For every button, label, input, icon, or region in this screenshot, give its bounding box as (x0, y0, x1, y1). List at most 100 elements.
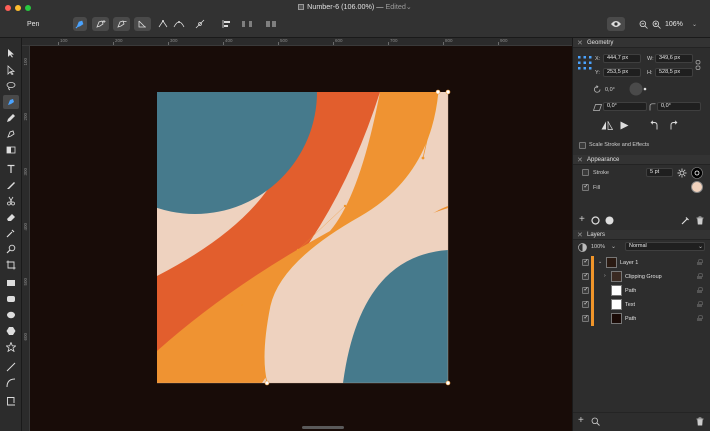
vertical-ruler[interactable]: 100 200 300 400 500 600 (22, 46, 30, 431)
distribute-vertical-button[interactable] (264, 17, 278, 31)
layer-visibility-checkbox[interactable] (582, 272, 589, 280)
blend-mode-select[interactable]: Normal (625, 242, 705, 251)
zoom-out-button[interactable] (638, 17, 648, 31)
fill-color-swatch[interactable] (691, 181, 703, 193)
scale-stroke-checkbox[interactable] (579, 142, 586, 149)
zoom-chevron-icon[interactable]: ⌄ (692, 21, 697, 28)
chevron-down-icon[interactable]: ⌄ (598, 259, 602, 265)
flip-vertical-icon[interactable] (620, 121, 629, 130)
layer-visibility-checkbox[interactable] (582, 258, 589, 266)
height-field[interactable]: 528,5 px (655, 68, 693, 77)
artboard-tool[interactable] (3, 258, 19, 272)
layer-row[interactable]: ⌄ Layer 1 (573, 256, 710, 270)
text-tool[interactable] (3, 162, 19, 176)
corner-point-button[interactable] (157, 17, 169, 31)
horizontal-scrollbar[interactable] (302, 426, 344, 429)
constrain-proportions-icon[interactable] (695, 60, 701, 70)
layers-header[interactable]: ✕ Layers (573, 230, 710, 240)
y-position-field[interactable]: 253,5 px (603, 68, 641, 77)
stroke-width-field[interactable]: 5 pt (646, 168, 673, 177)
smooth-point-button[interactable] (172, 17, 186, 31)
preview-toggle-button[interactable] (607, 17, 625, 31)
knife-tool[interactable] (3, 178, 19, 192)
layer-opacity-value[interactable]: 100% (591, 244, 605, 250)
x-position-field[interactable]: 444,7 px (603, 54, 641, 63)
anchor-grid-icon[interactable] (578, 56, 592, 70)
corner-radius-field[interactable]: 0,0° (657, 102, 701, 111)
trash-icon[interactable] (696, 417, 704, 426)
clear-appearance-icon[interactable] (681, 216, 690, 225)
rotation-value[interactable]: 0,0° (605, 87, 615, 93)
brush-tool[interactable] (3, 127, 19, 141)
layer-visibility-checkbox[interactable] (582, 286, 589, 294)
search-icon[interactable] (591, 417, 600, 426)
eyedropper-tool[interactable] (3, 226, 19, 240)
canvas[interactable] (30, 46, 572, 431)
polygon-tool[interactable] (3, 324, 19, 338)
star-tool[interactable] (3, 340, 19, 354)
layer-row[interactable]: Path (573, 312, 710, 326)
fill-checkbox[interactable] (582, 183, 589, 191)
align-left-button[interactable] (220, 17, 234, 31)
stroke-checkbox[interactable] (582, 169, 589, 176)
rounded-rectangle-tool[interactable] (3, 292, 19, 306)
close-icon[interactable]: ✕ (577, 156, 583, 164)
shear-field[interactable]: 0,0° (603, 102, 647, 111)
horizontal-ruler[interactable]: 100 200 300 400 500 600 700 800 900 (22, 38, 572, 46)
pencil-tool[interactable] (3, 111, 19, 125)
zoom-tool[interactable] (3, 242, 19, 256)
cut-path-button[interactable] (194, 17, 206, 31)
add-layer-button[interactable]: + (578, 416, 584, 426)
add-fill-icon[interactable] (605, 216, 614, 225)
stroke-color-swatch[interactable] (691, 167, 703, 179)
rotate-left-icon[interactable] (650, 120, 659, 130)
zoom-level[interactable]: 106% (665, 21, 683, 28)
selection-tool[interactable] (3, 46, 19, 60)
lock-icon[interactable] (697, 301, 703, 307)
zoom-in-button[interactable] (651, 17, 661, 31)
gradient-tool[interactable] (3, 143, 19, 157)
width-label: W: (647, 56, 654, 62)
remove-anchor-tool-button[interactable] (113, 17, 130, 31)
scissors-tool[interactable] (3, 194, 19, 208)
lock-icon[interactable] (697, 259, 703, 265)
line-tool[interactable] (3, 360, 19, 374)
direct-selection-tool[interactable] (3, 63, 19, 77)
pen-tool[interactable] (3, 95, 19, 109)
chevron-down-icon[interactable]: ⌄ (406, 2, 412, 11)
trash-icon[interactable] (696, 216, 704, 225)
geometry-header[interactable]: ✕ Geometry (573, 38, 710, 48)
layer-row[interactable]: › Clipping Group (573, 270, 710, 284)
rotate-right-icon[interactable] (669, 120, 678, 130)
chevron-right-icon[interactable]: › (604, 273, 606, 279)
lasso-tool[interactable] (3, 79, 19, 93)
ellipse-tool[interactable] (3, 308, 19, 322)
chevron-down-icon[interactable]: ⌄ (611, 243, 616, 250)
rotation-dial[interactable] (627, 82, 649, 96)
distribute-horizontal-button[interactable] (240, 17, 254, 31)
close-icon[interactable]: ✕ (577, 231, 583, 239)
layer-visibility-checkbox[interactable] (582, 300, 589, 308)
lock-icon[interactable] (697, 273, 703, 279)
rectangle-tool[interactable] (3, 276, 19, 290)
lock-icon[interactable] (697, 315, 703, 321)
chevron-down-icon[interactable]: ⌄ (698, 243, 703, 250)
add-anchor-tool-button[interactable] (92, 17, 109, 31)
layer-row[interactable]: Path (573, 284, 710, 298)
flip-horizontal-icon[interactable] (601, 121, 613, 130)
pen-tool-button[interactable] (73, 17, 87, 31)
gear-icon[interactable] (677, 168, 687, 178)
width-field[interactable]: 349,6 px (655, 54, 693, 63)
add-stroke-icon[interactable] (591, 216, 600, 225)
add-appearance-button[interactable]: + (579, 215, 585, 225)
appearance-header[interactable]: ✕ Appearance (573, 155, 710, 165)
layer-visibility-checkbox[interactable] (582, 314, 589, 322)
arc-tool[interactable] (3, 376, 19, 390)
eraser-tool[interactable] (3, 210, 19, 224)
layer-row[interactable]: Text (573, 298, 710, 312)
image-frame-tool[interactable] (3, 394, 19, 408)
close-icon[interactable]: ✕ (577, 39, 583, 47)
lock-icon[interactable] (697, 287, 703, 293)
edited-status[interactable]: Edited (385, 2, 405, 11)
convert-anchor-tool-button[interactable] (134, 17, 151, 31)
